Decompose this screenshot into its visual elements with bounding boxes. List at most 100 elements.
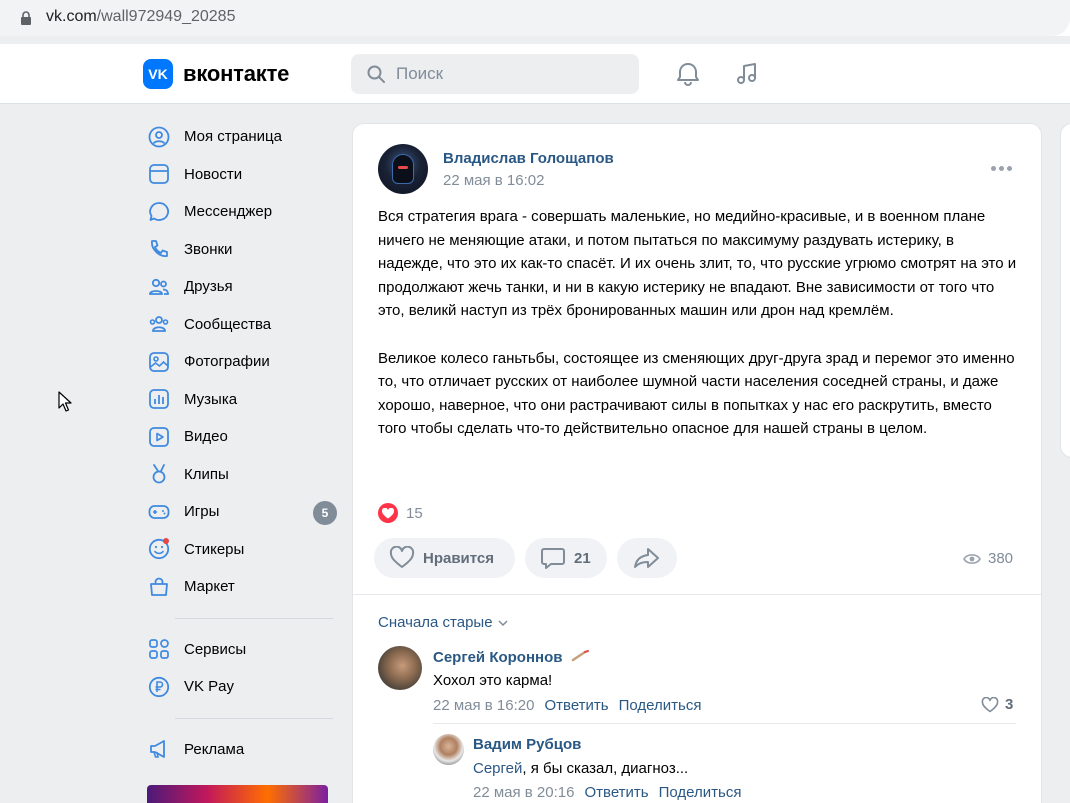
views-count: 380 [988,550,1014,567]
comment-date[interactable]: 22 мая в 16:20 [433,697,534,714]
comment-author-name[interactable]: Сергей Короннов [433,649,589,666]
user-circle-icon [148,126,170,148]
bell-icon[interactable] [674,60,702,88]
reply-divider [433,723,1016,724]
sidebar-item-ads[interactable]: Реклама [143,731,343,769]
sidebar-item-clips[interactable]: Клипы [143,456,343,494]
url-host: vk.com [46,8,97,25]
post-author-name[interactable]: Владислав Голощапов [443,150,614,167]
comment-author-avatar[interactable] [378,646,422,690]
search-box[interactable] [351,54,639,94]
photo-icon [148,351,170,373]
clips-icon [148,463,170,485]
comment-icon [541,548,565,569]
more-options-icon[interactable] [991,162,1015,174]
sidebar-item-services[interactable]: Сервисы [143,631,343,669]
comments-button[interactable]: 21 [525,538,607,578]
browser-address-bar: vk.com/wall972949_20285 [0,0,1070,36]
sidebar-item-label: Фотографии [184,353,270,371]
sidebar-item-video[interactable]: Видео [143,418,343,456]
sort-label: Сначала старые [378,614,493,631]
reply-link[interactable]: Ответить [544,697,608,714]
gamepad-icon [148,501,170,523]
share-link[interactable]: Поделиться [659,784,742,801]
avatar-hood-shape [392,154,414,184]
reply-date[interactable]: 22 мая в 20:16 [473,784,574,801]
wall-post: Владислав Голощапов 22 мая в 16:02 Вся с… [352,123,1042,803]
music-icon[interactable] [733,60,761,88]
reaction-count: 15 [406,504,423,522]
sidebar-item-stickers[interactable]: Стикеры [143,531,343,569]
search-input[interactable] [396,62,626,86]
sidebar-item-label: Реклама [184,740,245,758]
comment-text: Хохол это карма! [433,672,553,689]
sidebar-item-photos[interactable]: Фотографии [143,343,343,381]
comments-count: 21 [574,549,591,567]
sidebar-divider [175,717,333,719]
sidebar-item-communities[interactable]: Сообщества [143,306,343,344]
video-icon [148,426,170,448]
avatar-glow-shape [398,166,408,169]
comment-sort-dropdown[interactable]: Сначала старые [378,614,508,631]
post-date[interactable]: 22 мая в 16:02 [443,172,544,189]
share-button[interactable] [617,538,677,578]
comment-author-text: Сергей Короннов [433,649,563,666]
reply-link[interactable]: Ответить [584,784,648,801]
sidebar-item-label: Стикеры [184,540,245,558]
reply-mention[interactable]: Сергей [473,760,522,777]
sidebar-item-label: VK Pay [184,678,235,696]
heart-filled-icon [378,503,398,523]
sidebar-item-label: Видео [184,428,228,446]
promo-banner-image[interactable] [147,785,328,803]
sidebar-item-games[interactable]: Игры 5 [143,493,343,531]
share-arrow-icon [634,548,659,568]
message-icon [148,201,170,223]
views-counter: 380 [963,550,1013,567]
vk-header: VK вконтакте [0,44,1070,104]
sidebar-item-label: Друзья [184,278,233,296]
sidebar-item-label: Мессенджер [184,203,273,221]
sidebar-item-music[interactable]: Музыка [143,381,343,419]
sidebar-item-label: Музыка [184,390,238,408]
right-side-card [1060,123,1070,458]
eye-icon [963,553,981,564]
sidebar-item-label: Клипы [184,465,229,483]
sidebar-item-market[interactable]: Маркет [143,568,343,606]
communities-icon [148,313,170,335]
heart-outline-icon [389,546,415,568]
comment-like-button[interactable]: 3 [981,696,1013,713]
like-label: Нравится [423,549,495,567]
sidebar-item-vk-pay[interactable]: VK Pay [143,668,343,706]
sidebar-item-friends[interactable]: Друзья [143,268,343,306]
reply-meta: 22 мая в 20:16 Ответить Поделиться [473,784,741,801]
sidebar: Моя страница Новости Мессенджер Звонки Д… [143,118,343,768]
brush-icon [571,650,589,662]
vk-logo[interactable]: VK вконтакте [143,59,289,89]
grid-icon [148,638,170,660]
comment-like-count: 3 [1005,696,1014,713]
news-icon [148,163,170,185]
sidebar-item-calls[interactable]: Звонки [143,231,343,269]
sidebar-item-label: Сообщества [184,315,272,333]
address-field[interactable]: vk.com/wall972949_20285 [0,0,1070,36]
share-link[interactable]: Поделиться [619,697,702,714]
lock-icon [21,11,31,25]
sidebar-item-news[interactable]: Новости [143,156,343,194]
reply-author-avatar[interactable] [433,734,464,765]
vk-logo-mark: VK [143,59,173,89]
sidebar-item-messenger[interactable]: Мессенджер [143,193,343,231]
post-paragraph: Великое колесо ганьтьбы, состоящее из см… [378,349,1015,438]
sidebar-divider [175,617,333,619]
megaphone-icon [148,738,170,760]
post-author-avatar[interactable] [378,144,428,194]
url-text[interactable]: vk.com/wall972949_20285 [46,8,235,26]
sidebar-item-my-page[interactable]: Моя страница [143,118,343,156]
post-paragraph: Вся стратегия врага - совершать маленьки… [378,208,1017,320]
sidebar-item-label: Моя страница [184,128,282,146]
search-icon [367,65,385,83]
reply-text-body: , я бы сказал, диагноз... [522,760,689,777]
reply-author-name[interactable]: Вадим Рубцов [473,736,581,753]
reaction-summary[interactable]: 15 [378,503,423,523]
games-badge: 5 [313,501,337,525]
like-button[interactable]: Нравится [374,538,515,578]
